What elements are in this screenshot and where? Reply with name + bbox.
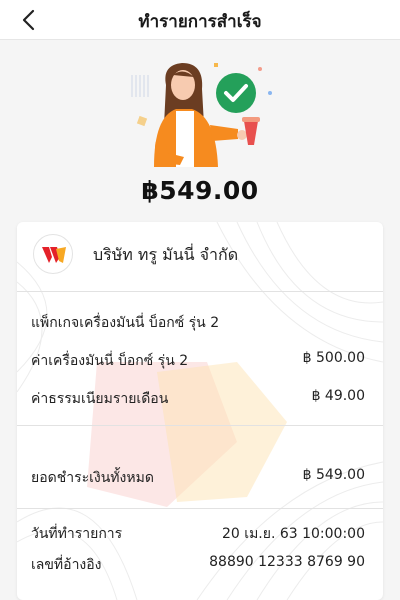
reference-number-label: เลขที่อ้างอิง bbox=[31, 557, 102, 573]
receipt-card: บริษัท ทรู มันนี่ จำกัด แพ็กเกจเครื่องมั… bbox=[17, 222, 383, 600]
line-item-row: ค่าธรรมเนียมรายเดือน ฿ 49.00 bbox=[17, 388, 383, 410]
person-success-illustration bbox=[131, 63, 272, 167]
package-title-row: แพ็กเกจเครื่องมันนี่ บ็อกซ์ รุ่น 2 bbox=[17, 312, 383, 334]
line-item-row: ค่าเครื่องมันนี่ บ็อกซ์ รุ่น 2 ฿ 500.00 bbox=[17, 350, 383, 372]
merchant-name: บริษัท ทรู มันนี่ จำกัด bbox=[93, 245, 239, 264]
top-bar: ทำรายการสำเร็จ bbox=[0, 0, 400, 40]
transaction-date-value: 20 เม.ย. 63 10:00:00 bbox=[222, 526, 365, 542]
transaction-date-label: วันที่ทำรายการ bbox=[31, 526, 123, 542]
line-item-label: ค่าธรรมเนียมรายเดือน bbox=[31, 391, 169, 407]
truemoney-logo-icon bbox=[42, 247, 66, 263]
reference-number-row: เลขที่อ้างอิง 88890 12333 8769 90 bbox=[17, 554, 383, 576]
line-item-label: ค่าเครื่องมันนี่ บ็อกซ์ รุ่น 2 bbox=[31, 353, 189, 369]
total-label: ยอดชำระเงินทั้งหมด bbox=[31, 470, 154, 486]
transaction-date-row: วันที่ทำรายการ 20 เม.ย. 63 10:00:00 bbox=[17, 523, 383, 545]
success-hero: ฿549.00 bbox=[0, 41, 400, 221]
merchant-row: บริษัท ทรู มันนี่ จำกัด bbox=[17, 222, 383, 286]
divider bbox=[17, 291, 383, 292]
paid-amount: ฿549.00 bbox=[141, 176, 259, 205]
total-value: ฿ 549.00 bbox=[302, 467, 365, 483]
page-title: ทำรายการสำเร็จ bbox=[138, 12, 262, 32]
line-item-value: ฿ 500.00 bbox=[302, 350, 365, 366]
merchant-logo bbox=[33, 234, 73, 274]
reference-number-value: 88890 12333 8769 90 bbox=[209, 554, 365, 570]
total-row: ยอดชำระเงินทั้งหมด ฿ 549.00 bbox=[17, 467, 383, 489]
line-item-value: ฿ 49.00 bbox=[311, 388, 365, 404]
divider bbox=[17, 508, 383, 509]
divider bbox=[17, 425, 383, 426]
package-title: แพ็กเกจเครื่องมันนี่ บ็อกซ์ รุ่น 2 bbox=[31, 315, 220, 331]
